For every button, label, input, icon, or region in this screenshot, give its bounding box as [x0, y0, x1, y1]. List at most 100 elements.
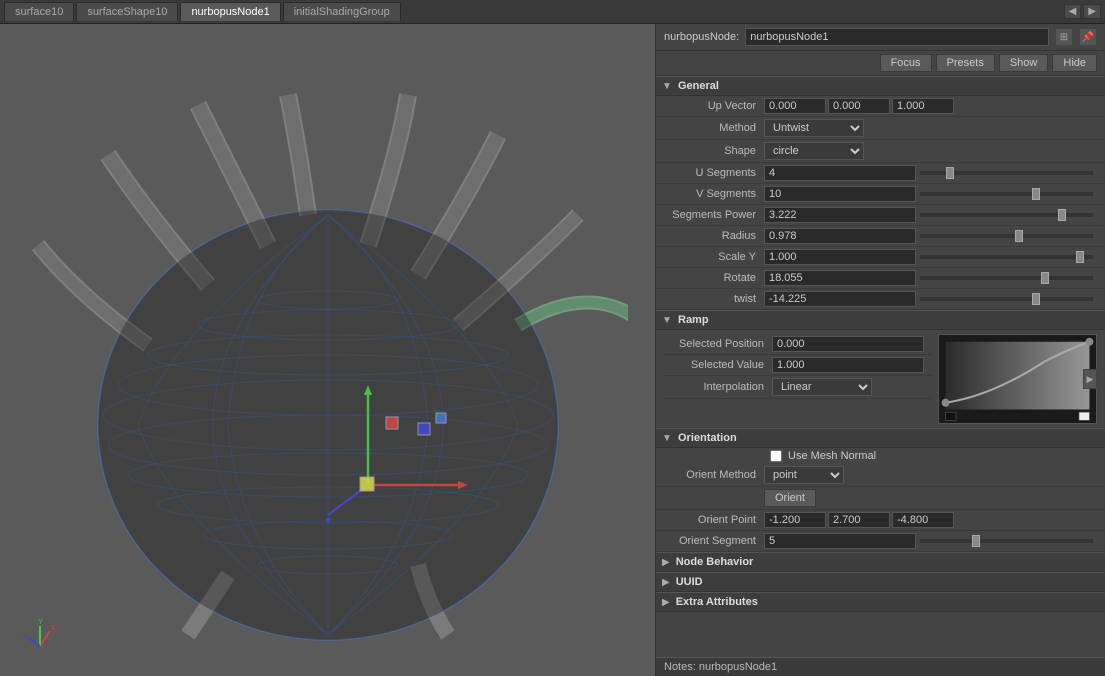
rotate-slider[interactable] — [920, 276, 1093, 280]
orient-point-y[interactable] — [828, 512, 890, 528]
general-section-title: General — [678, 80, 719, 92]
tab-bar: surface10 surfaceShape10 nurbopusNode1 i… — [0, 0, 1105, 24]
u-segments-thumb[interactable] — [946, 167, 954, 179]
rotate-input[interactable] — [764, 270, 916, 286]
viewport-bg: X Y Z — [0, 24, 655, 676]
uuid-section[interactable]: ▶ UUID — [656, 572, 1105, 592]
axis-indicator: X Y Z — [20, 616, 60, 656]
rotate-label: Rotate — [664, 272, 764, 284]
use-mesh-normal-checkbox[interactable] — [770, 450, 782, 462]
interpolation-select[interactable]: Linear None Smooth Spline — [772, 378, 872, 396]
selected-value-label: Selected Value — [672, 359, 772, 371]
extra-attributes-arrow-icon: ▶ — [662, 597, 670, 608]
notes-value: nurbopusNode1 — [699, 661, 777, 673]
segments-power-thumb[interactable] — [1058, 209, 1066, 221]
segments-power-row: Segments Power — [656, 205, 1105, 226]
node-name-row: nurbopusNode: ⊞ 📌 — [656, 24, 1105, 51]
svg-text:Z: Z — [23, 634, 28, 641]
show-button[interactable]: Show — [999, 54, 1049, 72]
radius-input[interactable] — [764, 228, 916, 244]
scale-y-thumb[interactable] — [1076, 251, 1084, 263]
twist-row: twist — [656, 289, 1105, 310]
up-vector-x[interactable] — [764, 98, 826, 114]
up-vector-row: Up Vector — [656, 96, 1105, 117]
twist-input[interactable] — [764, 291, 916, 307]
tab-nurbopusnode1[interactable]: nurbopusNode1 — [180, 2, 280, 21]
ramp-arrow-icon: ▼ — [662, 315, 672, 325]
u-segments-row: U Segments — [656, 163, 1105, 184]
node-behavior-title: Node Behavior — [676, 556, 754, 568]
orient-method-row: Orient Method point normal curve — [656, 464, 1105, 487]
ramp-widget[interactable]: ▶ — [938, 334, 1097, 424]
selected-position-input[interactable] — [772, 336, 924, 352]
radius-slider[interactable] — [920, 234, 1093, 238]
orient-segment-row: Orient Segment — [656, 531, 1105, 552]
use-mesh-normal-label: Use Mesh Normal — [788, 450, 876, 462]
orient-segment-slider[interactable] — [920, 539, 1093, 543]
radius-thumb[interactable] — [1015, 230, 1023, 242]
general-section-header[interactable]: ▼ General — [656, 76, 1105, 96]
selected-value-input[interactable] — [772, 357, 924, 373]
action-row: Focus Presets Show Hide — [656, 51, 1105, 76]
orient-point-z[interactable] — [892, 512, 954, 528]
ramp-section-header[interactable]: ▼ Ramp — [656, 310, 1105, 330]
radius-row: Radius — [656, 226, 1105, 247]
segments-power-slider[interactable] — [920, 213, 1093, 217]
viewport[interactable]: X Y Z — [0, 24, 655, 676]
orient-method-select[interactable]: point normal curve — [764, 466, 844, 484]
v-segments-input[interactable] — [764, 186, 916, 202]
node-name-input[interactable] — [745, 28, 1049, 46]
orientation-section-header[interactable]: ▼ Orientation — [656, 428, 1105, 448]
presets-button[interactable]: Presets — [936, 54, 995, 72]
extra-attributes-section[interactable]: ▶ Extra Attributes — [656, 592, 1105, 612]
shape-label: Shape — [664, 145, 764, 157]
shape-row: Shape circle square custom — [656, 140, 1105, 163]
panel-scroll[interactable]: ▼ General Up Vector Method Untwist Frene… — [656, 76, 1105, 657]
orient-point-row: Orient Point — [656, 510, 1105, 531]
u-segments-slider[interactable] — [920, 171, 1093, 175]
u-segments-input[interactable] — [764, 165, 916, 181]
rotate-row: Rotate — [656, 268, 1105, 289]
tab-next-arrow[interactable]: ▶ — [1083, 4, 1101, 19]
twist-slider[interactable] — [920, 297, 1093, 301]
orient-point-inputs — [764, 512, 954, 528]
node-behavior-section[interactable]: ▶ Node Behavior — [656, 552, 1105, 572]
orient-method-label: Orient Method — [664, 469, 764, 481]
up-vector-label: Up Vector — [664, 100, 764, 112]
shape-select[interactable]: circle square custom — [764, 142, 864, 160]
up-vector-y[interactable] — [828, 98, 890, 114]
scale-y-slider[interactable] — [920, 255, 1093, 259]
interpolation-label: Interpolation — [672, 381, 772, 393]
radius-label: Radius — [664, 230, 764, 242]
mesh-container — [0, 24, 655, 676]
up-vector-z[interactable] — [892, 98, 954, 114]
method-select[interactable]: Untwist Frenet Fixed — [764, 119, 864, 137]
tab-scroll-arrows: ◀ ▶ — [1064, 4, 1105, 19]
node-bookmark-icon[interactable]: ⊞ — [1055, 28, 1073, 46]
orient-button[interactable]: Orient — [764, 489, 816, 507]
uuid-arrow-icon: ▶ — [662, 577, 670, 588]
up-vector-inputs — [764, 98, 954, 114]
v-segments-slider[interactable] — [920, 192, 1093, 196]
node-pin-icon[interactable]: 📌 — [1079, 28, 1097, 46]
orient-point-x[interactable] — [764, 512, 826, 528]
node-name-label: nurbopusNode: — [664, 31, 739, 43]
tab-prev-arrow[interactable]: ◀ — [1064, 4, 1082, 19]
node-behavior-arrow-icon: ▶ — [662, 557, 670, 568]
tab-initialshadinggroup[interactable]: initialShadingGroup — [283, 2, 401, 21]
orient-segment-thumb[interactable] — [972, 535, 980, 547]
scale-y-input[interactable] — [764, 249, 916, 265]
ramp-expand-button[interactable]: ▶ — [1083, 369, 1097, 389]
focus-button[interactable]: Focus — [880, 54, 932, 72]
segments-power-label: Segments Power — [664, 209, 764, 221]
orient-segment-input[interactable] — [764, 533, 916, 549]
tab-surface10[interactable]: surface10 — [4, 2, 74, 21]
twist-thumb[interactable] — [1032, 293, 1040, 305]
rotate-thumb[interactable] — [1041, 272, 1049, 284]
tab-surfaceshape10[interactable]: surfaceShape10 — [76, 2, 178, 21]
u-segments-label: U Segments — [664, 167, 764, 179]
segments-power-input[interactable] — [764, 207, 916, 223]
hide-button[interactable]: Hide — [1052, 54, 1097, 72]
orientation-section-title: Orientation — [678, 432, 737, 444]
v-segments-thumb[interactable] — [1032, 188, 1040, 200]
